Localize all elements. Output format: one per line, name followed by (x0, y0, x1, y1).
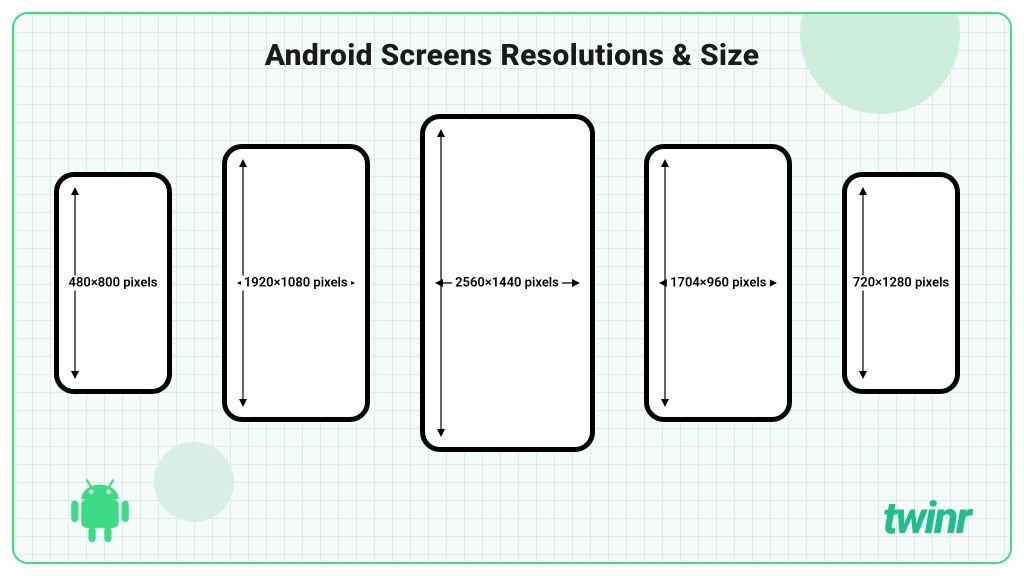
resolution-label: 2560×1440 pixels (452, 276, 562, 291)
resolution-label: 1920×1080 pixels (241, 276, 351, 291)
resolution-label: 1704×960 pixels (667, 276, 769, 291)
brand-text: twinr (883, 492, 970, 544)
phone-3: 1704×960 pixels (644, 144, 792, 422)
outer-frame: Android Screens Resolutions & Size 480×8… (12, 12, 1012, 564)
resolution-label: 480×800 pixels (66, 276, 161, 291)
android-icon (64, 476, 136, 552)
resolution-label: 720×1280 pixels (850, 276, 952, 291)
phones-row: 480×800 pixels 1920×1080 pixels 2560×1440 … (54, 94, 960, 472)
phone-0: 480×800 pixels (54, 172, 172, 394)
phone-2: 2560×1440 pixels (420, 114, 595, 452)
phone-4: 720×1280 pixels (842, 172, 960, 394)
phone-1: 1920×1080 pixels (222, 144, 370, 422)
page-title: Android Screens Resolutions & Size (14, 38, 1010, 73)
brand-logo: twinr (883, 492, 970, 544)
